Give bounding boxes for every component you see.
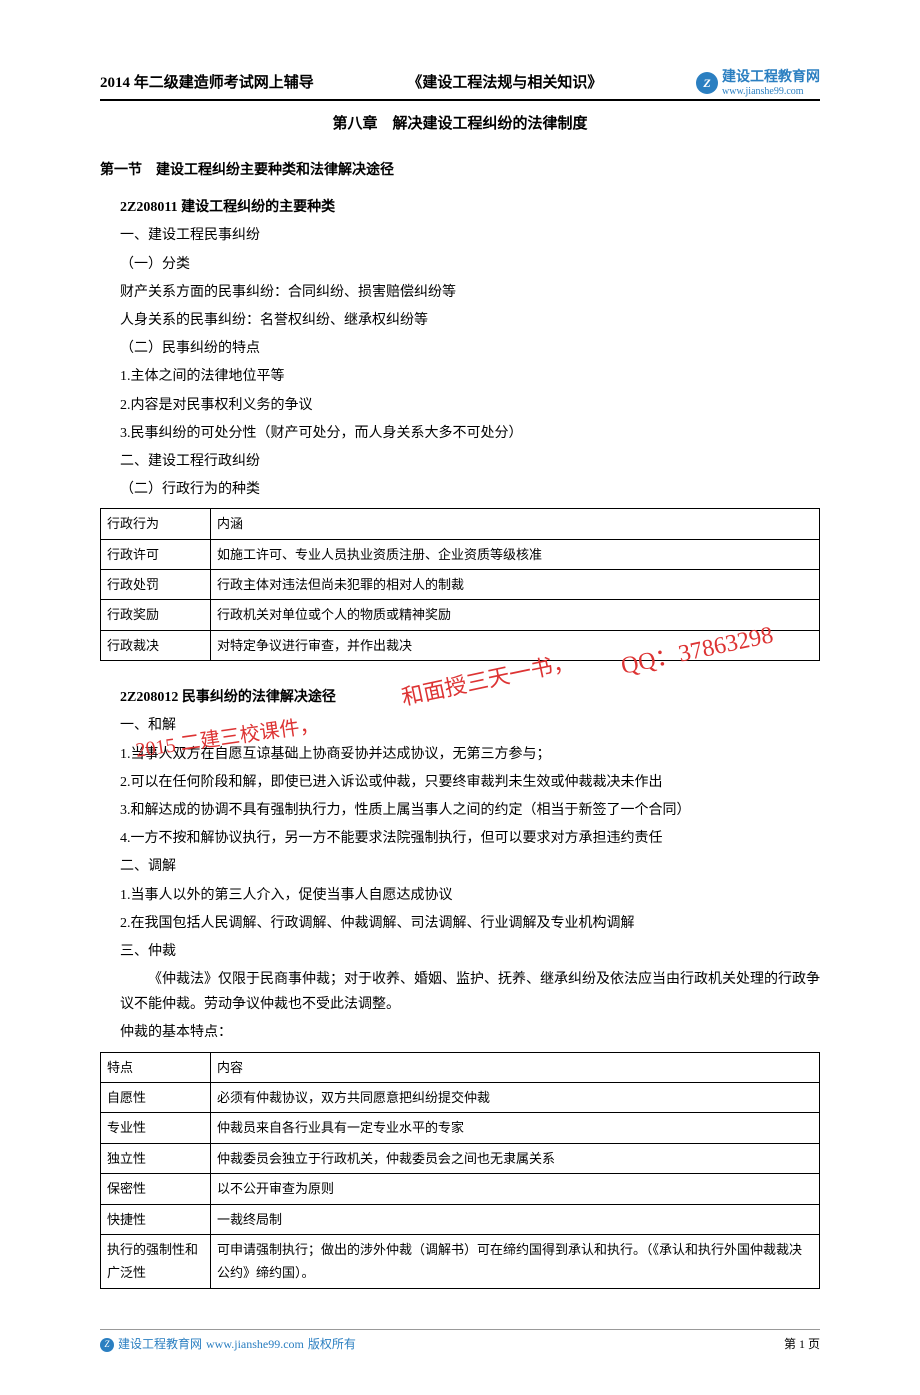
subsection-code-1: 2Z208011 建设工程纠纷的主要种类 [120,195,820,220]
table-cell: 行政裁决 [101,630,211,660]
table-row: 专业性 仲裁员来自各行业具有一定专业水平的专家 [101,1113,820,1143]
table-header-cell: 行政行为 [101,509,211,539]
footer-logo-icon: Z [100,1338,114,1352]
table-row: 独立性 仲裁委员会独立于行政机关，仲裁委员会之间也无隶属关系 [101,1143,820,1173]
table-row: 执行的强制性和广泛性 可申请强制执行；做出的涉外仲裁（调解书）可在缔约国得到承认… [101,1234,820,1288]
footer-brand: 建设工程教育网 [118,1334,202,1356]
table-cell: 仲裁委员会独立于行政机关，仲裁委员会之间也无隶属关系 [211,1143,820,1173]
table-header-cell: 内涵 [211,509,820,539]
table-cell: 保密性 [101,1174,211,1204]
body-text: 2.在我国包括人民调解、行政调解、仲裁调解、司法调解、行业调解及专业机构调解 [120,911,820,936]
table-cell: 必须有仲裁协议，双方共同愿意把纠纷提交仲裁 [211,1083,820,1113]
table-cell: 对特定争议进行审查，并作出裁决 [211,630,820,660]
body-text: （一）分类 [120,252,820,277]
body-text: 《仲裁法》仅限于民商事仲裁；对于收养、婚姻、监护、抚养、继承纠纷及依法应当由行政… [120,967,820,1017]
page-number: 第 1 页 [784,1334,820,1356]
table-cell: 行政奖励 [101,600,211,630]
table-cell: 一裁终局制 [211,1204,820,1234]
body-text: 人身关系的民事纠纷：名誉权纠纷、继承权纠纷等 [120,308,820,333]
header-center-text: 《建设工程法规与相关知识》 [407,70,602,97]
page-header: 2014 年二级建造师考试网上辅导 《建设工程法规与相关知识》 Z 建设工程教育… [100,70,820,101]
table-cell: 以不公开审查为原则 [211,1174,820,1204]
logo-text-box: 建设工程教育网 www.jianshe99.com [722,70,820,96]
body-text: 2.可以在任何阶段和解，即使已进入诉讼或仲裁，只要终审裁判未生效或仲裁裁决未作出 [120,770,820,795]
body-text: 仲裁的基本特点： [120,1020,820,1045]
table-cell: 行政主体对违法但尚未犯罪的相对人的制裁 [211,570,820,600]
body-text: 一、建设工程民事纠纷 [120,223,820,248]
header-left-text: 2014 年二级建造师考试网上辅导 [100,70,314,97]
body-text: 1.主体之间的法律地位平等 [120,364,820,389]
table-cell: 行政处罚 [101,570,211,600]
section-2-content: 2Z208012 民事纠纷的法律解决途径 一、和解 1.当事人双方在自愿互谅基础… [120,685,820,1045]
table-row: 特点 内容 [101,1052,820,1082]
table-cell: 仲裁员来自各行业具有一定专业水平的专家 [211,1113,820,1143]
body-text: 2.内容是对民事权利义务的争议 [120,393,820,418]
table-row: 行政裁决 对特定争议进行审查，并作出裁决 [101,630,820,660]
arbitration-feature-table: 特点 内容 自愿性 必须有仲裁协议，双方共同愿意把纠纷提交仲裁 专业性 仲裁员来… [100,1052,820,1289]
body-text: 3.民事纠纷的可处分性（财产可处分，而人身关系大多不可处分） [120,421,820,446]
table-cell: 独立性 [101,1143,211,1173]
body-text: 三、仲裁 [120,939,820,964]
table-cell: 快捷性 [101,1204,211,1234]
table-cell: 自愿性 [101,1083,211,1113]
body-text: 二、调解 [120,854,820,879]
table-cell: 执行的强制性和广泛性 [101,1234,211,1288]
page-footer: Z 建设工程教育网 www.jianshe99.com 版权所有 第 1 页 [100,1329,820,1356]
table-cell: 专业性 [101,1113,211,1143]
body-text: （二）民事纠纷的特点 [120,336,820,361]
logo-name: 建设工程教育网 [722,70,820,85]
body-text: 4.一方不按和解协议执行，另一方不能要求法院强制执行，但可以要求对方承担违约责任 [120,826,820,851]
body-text: （二）行政行为的种类 [120,477,820,502]
section-1-content: 2Z208011 建设工程纠纷的主要种类 一、建设工程民事纠纷 （一）分类 财产… [120,195,820,502]
footer-copyright: 版权所有 [308,1334,356,1356]
table-row: 行政行为 内涵 [101,509,820,539]
table-row: 行政奖励 行政机关对单位或个人的物质或精神奖励 [101,600,820,630]
body-text: 1.当事人双方在自愿互谅基础上协商妥协并达成协议，无第三方参与； [120,742,820,767]
subsection-code-2: 2Z208012 民事纠纷的法律解决途径 [120,685,820,710]
table-header-cell: 特点 [101,1052,211,1082]
body-text: 二、建设工程行政纠纷 [120,449,820,474]
body-text: 3.和解达成的协调不具有强制执行力，性质上属当事人之间的约定（相当于新签了一个合… [120,798,820,823]
body-text: 1.当事人以外的第三人介入，促使当事人自愿达成协议 [120,883,820,908]
chapter-title: 第八章 解决建设工程纠纷的法律制度 [100,111,820,138]
table-cell: 如施工许可、专业人员执业资质注册、企业资质等级核准 [211,539,820,569]
table-row: 快捷性 一裁终局制 [101,1204,820,1234]
table-row: 行政许可 如施工许可、专业人员执业资质注册、企业资质等级核准 [101,539,820,569]
footer-url: www.jianshe99.com [206,1334,304,1356]
table-cell: 行政许可 [101,539,211,569]
table-row: 行政处罚 行政主体对违法但尚未犯罪的相对人的制裁 [101,570,820,600]
logo-icon: Z [696,72,718,94]
section-1-title: 第一节 建设工程纠纷主要种类和法律解决途径 [100,158,820,183]
table-row: 自愿性 必须有仲裁协议，双方共同愿意把纠纷提交仲裁 [101,1083,820,1113]
table-cell: 行政机关对单位或个人的物质或精神奖励 [211,600,820,630]
table-cell: 可申请强制执行；做出的涉外仲裁（调解书）可在缔约国得到承认和执行。（《承认和执行… [211,1234,820,1288]
table-row: 保密性 以不公开审查为原则 [101,1174,820,1204]
body-text: 一、和解 [120,713,820,738]
footer-left: Z 建设工程教育网 www.jianshe99.com 版权所有 [100,1334,356,1356]
admin-action-table: 行政行为 内涵 行政许可 如施工许可、专业人员执业资质注册、企业资质等级核准 行… [100,508,820,661]
site-logo: Z 建设工程教育网 www.jianshe99.com [696,70,820,96]
table-header-cell: 内容 [211,1052,820,1082]
body-text: 财产关系方面的民事纠纷：合同纠纷、损害赔偿纠纷等 [120,280,820,305]
logo-url: www.jianshe99.com [722,86,820,97]
